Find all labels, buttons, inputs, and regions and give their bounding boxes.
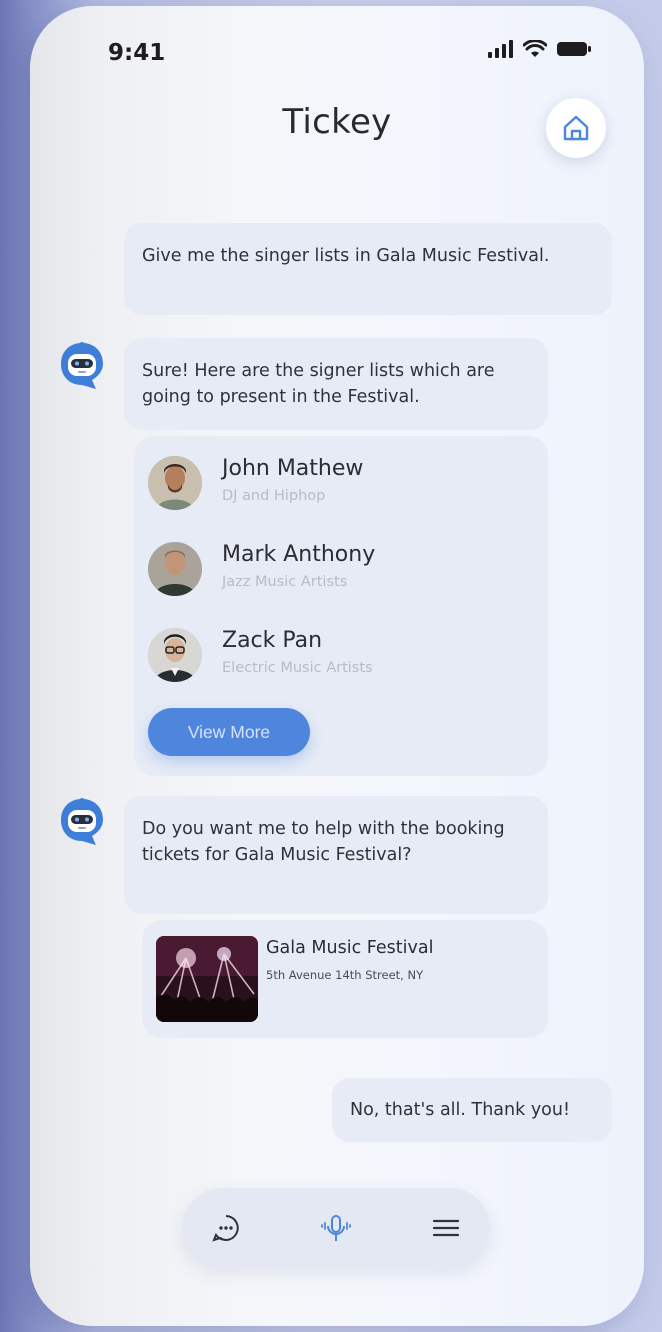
singer-item[interactable]: Mark Anthony Jazz Music Artists (148, 542, 528, 602)
event-card[interactable]: Gala Music Festival 5th Avenue 14th Stre… (142, 920, 548, 1038)
chat-icon (212, 1215, 239, 1242)
status-time: 9:41 (108, 40, 166, 66)
singer-item[interactable]: Zack Pan Electric Music Artists (148, 628, 528, 688)
singer-item[interactable]: John Mathew DJ and Hiphop (148, 456, 528, 516)
user-message: Give me the singer lists in Gala Music F… (124, 223, 612, 315)
bottom-nav (182, 1188, 490, 1268)
singer-name: Mark Anthony (222, 542, 376, 567)
singer-genre: Electric Music Artists (222, 660, 373, 676)
event-name: Gala Music Festival (266, 938, 434, 958)
menu-icon (432, 1219, 460, 1237)
bot-message: Do you want me to help with the booking … (124, 796, 548, 914)
singer-list-card: John Mathew DJ and Hiphop Mark Anthony J… (134, 436, 548, 776)
nav-menu-button[interactable] (428, 1210, 464, 1246)
home-icon (563, 115, 589, 141)
bot-message: Sure! Here are the signer lists which ar… (124, 338, 548, 430)
singer-genre: DJ and Hiphop (222, 488, 326, 504)
microphone-icon (321, 1215, 351, 1241)
phone-screen: 9:41 Tickey Give me the singer lists in … (30, 6, 644, 1326)
bot-avatar-icon (61, 342, 103, 389)
singer-name: John Mathew (222, 456, 364, 481)
singer-avatar (148, 628, 202, 682)
signal-icon (488, 40, 513, 58)
view-more-button[interactable]: View More (148, 708, 310, 756)
singer-name: Zack Pan (222, 628, 323, 653)
event-address: 5th Avenue 14th Street, NY (266, 968, 424, 982)
singer-genre: Jazz Music Artists (222, 574, 348, 590)
status-icons (488, 40, 592, 58)
bot-avatar-icon (61, 798, 103, 845)
status-bar: 9:41 (30, 36, 644, 76)
user-message: No, that's all. Thank you! (332, 1078, 612, 1142)
singer-avatar (148, 542, 202, 596)
event-image (156, 936, 258, 1022)
nav-voice-button[interactable] (318, 1210, 354, 1246)
singer-avatar (148, 456, 202, 510)
home-button[interactable] (546, 98, 606, 158)
battery-icon (557, 42, 591, 56)
wifi-icon (523, 40, 547, 57)
nav-chat-button[interactable] (208, 1210, 244, 1246)
